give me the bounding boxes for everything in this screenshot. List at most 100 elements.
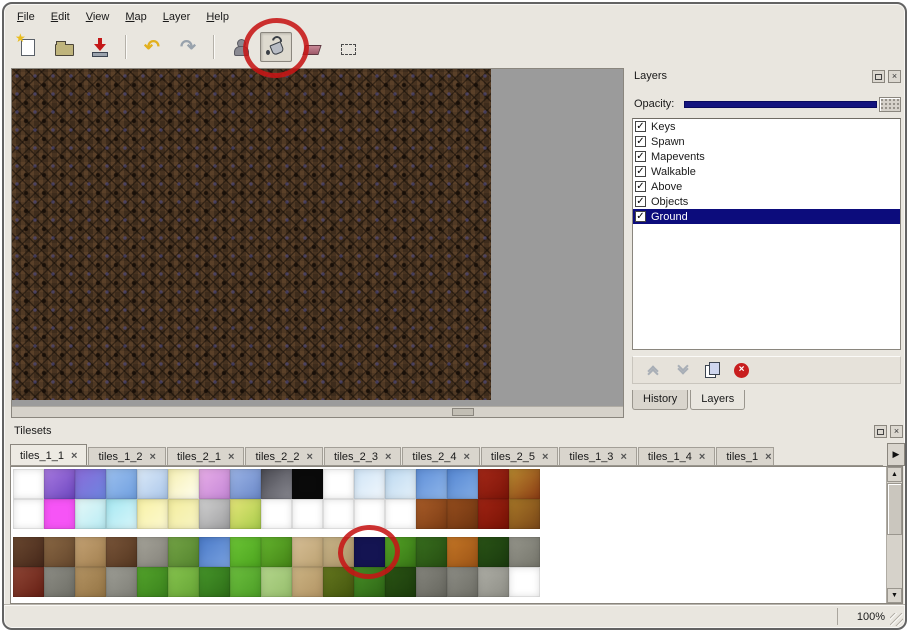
palette-tile[interactable]: [478, 567, 509, 597]
tab-close-icon[interactable]: ×: [71, 450, 77, 462]
tab-close-icon[interactable]: ×: [463, 451, 469, 463]
palette-tile[interactable]: [199, 499, 230, 529]
palette-tile[interactable]: [447, 537, 478, 567]
tileset-tab-tiles_2_5[interactable]: tiles_2_5×: [481, 447, 558, 465]
fill-bucket-tool-button[interactable]: [260, 32, 292, 62]
resize-grip[interactable]: [890, 613, 903, 626]
panel-close-button[interactable]: ×: [888, 70, 901, 83]
palette-tile[interactable]: [75, 499, 106, 529]
palette-tile[interactable]: [75, 567, 106, 597]
palette-tile[interactable]: [354, 499, 385, 529]
palette-tile[interactable]: [168, 537, 199, 567]
palette-tile[interactable]: [137, 469, 168, 499]
palette-tile[interactable]: [230, 469, 261, 499]
move-layer-up-button[interactable]: [645, 367, 661, 373]
menu-layer[interactable]: Layer: [156, 9, 198, 25]
palette-vertical-scrollbar[interactable]: ▲ ▼: [886, 467, 902, 603]
map-horizontal-scrollbar[interactable]: [12, 406, 623, 417]
tab-close-icon[interactable]: ×: [150, 451, 156, 463]
tileset-tab-tiles_1_3[interactable]: tiles_1_3×: [559, 447, 636, 465]
palette-tile[interactable]: [292, 567, 323, 597]
select-tool-button[interactable]: [332, 32, 364, 62]
palette-tile[interactable]: [261, 499, 292, 529]
palette-tile[interactable]: [292, 499, 323, 529]
tab-scroll-right-button[interactable]: ▶: [887, 443, 905, 466]
palette-tile[interactable]: [323, 537, 354, 567]
palette-tile[interactable]: [292, 469, 323, 499]
palette-tile[interactable]: [261, 537, 292, 567]
tileset-tab-tiles_1_1[interactable]: tiles_1_1×: [10, 444, 87, 466]
tab-close-icon[interactable]: ×: [307, 451, 313, 463]
palette-tile[interactable]: [509, 537, 540, 567]
tab-close-icon[interactable]: ×: [699, 451, 705, 463]
palette-tile[interactable]: [230, 499, 261, 529]
palette-tile[interactable]: [230, 567, 261, 597]
palette-tile[interactable]: [168, 499, 199, 529]
panel-float-button[interactable]: [872, 70, 885, 83]
layer-row-spawn[interactable]: ✓Spawn: [633, 134, 900, 149]
palette-tile[interactable]: [106, 499, 137, 529]
palette-tile[interactable]: [509, 567, 540, 597]
menu-help[interactable]: Help: [199, 9, 236, 25]
palette-tile[interactable]: [447, 469, 478, 499]
palette-tile[interactable]: [323, 567, 354, 597]
palette-tile[interactable]: [137, 567, 168, 597]
layer-visibility-checkbox[interactable]: ✓: [635, 166, 646, 177]
palette-tile[interactable]: [478, 537, 509, 567]
palette-tile[interactable]: [106, 469, 137, 499]
palette-tile[interactable]: [44, 567, 75, 597]
palette-tile[interactable]: [168, 567, 199, 597]
palette-tile[interactable]: [261, 567, 292, 597]
palette-tile[interactable]: [509, 469, 540, 499]
layer-row-above[interactable]: ✓Above: [633, 179, 900, 194]
layer-row-keys[interactable]: ✓Keys: [633, 119, 900, 134]
opacity-slider-thumb[interactable]: [879, 97, 901, 112]
palette-tile[interactable]: [416, 469, 447, 499]
undo-button[interactable]: ↶: [136, 32, 168, 62]
palette-tile[interactable]: [13, 567, 44, 597]
palette-tile[interactable]: [354, 567, 385, 597]
layer-visibility-checkbox[interactable]: ✓: [635, 196, 646, 207]
scroll-down-button[interactable]: ▼: [887, 588, 902, 603]
layer-visibility-checkbox[interactable]: ✓: [635, 211, 646, 222]
palette-tile[interactable]: [44, 499, 75, 529]
palette-tile[interactable]: [447, 567, 478, 597]
palette-tile[interactable]: [199, 537, 230, 567]
scrollbar-thumb[interactable]: [887, 483, 902, 535]
menu-view[interactable]: View: [79, 9, 117, 25]
tileset-tab-tiles_1[interactable]: tiles_1×: [716, 447, 774, 465]
palette-tile[interactable]: [13, 469, 44, 499]
layer-row-walkable[interactable]: ✓Walkable: [633, 164, 900, 179]
palette-tile[interactable]: [509, 499, 540, 529]
tileset-tab-tiles_1_2[interactable]: tiles_1_2×: [88, 447, 165, 465]
palette-tile[interactable]: [13, 537, 44, 567]
tileset-tab-tiles_2_1[interactable]: tiles_2_1×: [167, 447, 244, 465]
new-map-button[interactable]: ★: [12, 32, 44, 62]
menu-map[interactable]: Map: [118, 9, 153, 25]
eraser-tool-button[interactable]: [296, 32, 328, 62]
palette-tile[interactable]: [13, 499, 44, 529]
delete-layer-button[interactable]: ×: [734, 363, 749, 378]
palette-tile[interactable]: [137, 537, 168, 567]
scroll-up-button[interactable]: ▲: [887, 467, 902, 482]
palette-tile[interactable]: [416, 499, 447, 529]
layer-row-objects[interactable]: ✓Objects: [633, 194, 900, 209]
layer-visibility-checkbox[interactable]: ✓: [635, 136, 646, 147]
palette-tile[interactable]: [106, 567, 137, 597]
palette-tile[interactable]: [44, 469, 75, 499]
menu-file[interactable]: File: [10, 9, 42, 25]
panel-float-button[interactable]: [874, 425, 887, 438]
tileset-tab-tiles_1_4[interactable]: tiles_1_4×: [638, 447, 715, 465]
layer-row-mapevents[interactable]: ✓Mapevents: [633, 149, 900, 164]
redo-button[interactable]: ↷: [172, 32, 204, 62]
tab-layers[interactable]: Layers: [690, 390, 745, 410]
palette-tile[interactable]: [447, 499, 478, 529]
palette-tile[interactable]: [385, 567, 416, 597]
open-button[interactable]: [48, 32, 80, 62]
palette-tile[interactable]: [168, 469, 199, 499]
palette-tile[interactable]: [416, 567, 447, 597]
palette-tile[interactable]: [230, 537, 261, 567]
opacity-slider-track[interactable]: [684, 101, 877, 108]
save-button[interactable]: [84, 32, 116, 62]
palette-tile[interactable]: [137, 499, 168, 529]
